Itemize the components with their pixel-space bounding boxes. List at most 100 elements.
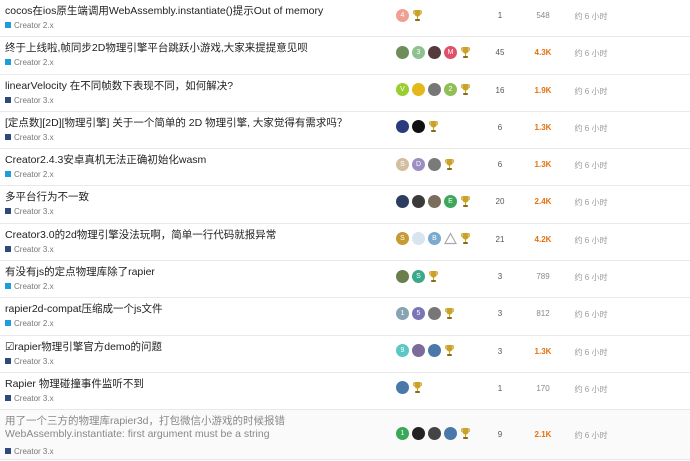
topic-category[interactable]: Creator 2.x	[5, 58, 54, 68]
user-avatar[interactable]	[396, 269, 409, 283]
topic-title[interactable]: cocos在ios原生端调用WebAssembly.instantiate()提…	[5, 5, 380, 18]
last-activity[interactable]: 约 6 小时	[566, 123, 616, 134]
user-avatar[interactable]	[428, 45, 441, 59]
user-avatar[interactable]: 9	[396, 344, 409, 358]
user-avatar[interactable]: S	[412, 269, 425, 283]
last-activity[interactable]: 约 6 小时	[566, 430, 616, 441]
user-avatar[interactable]: M	[444, 45, 457, 59]
user-avatar[interactable]	[428, 426, 441, 440]
user-avatar[interactable]: S	[396, 157, 409, 171]
topic-posters: 4	[396, 8, 422, 22]
topic-category[interactable]: Creator 3.x	[5, 357, 54, 367]
topic-title[interactable]: ☑rapier物理引擎官方demo的问题	[5, 341, 380, 354]
topic-row[interactable]: 有没有js的定点物理库除了rapier Creator 2.x S 3 789 …	[0, 261, 690, 299]
topic-row[interactable]: [定点数][2D][物理引擎] 关于一个简单的 2D 物理引擎, 大家觉得有需求…	[0, 112, 690, 150]
last-activity[interactable]: 约 6 小时	[566, 160, 616, 171]
user-avatar[interactable]: 4	[396, 8, 409, 22]
topic-category[interactable]: Creator 3.x	[5, 447, 54, 457]
user-avatar[interactable]	[444, 426, 457, 440]
view-count: 4.3K	[534, 48, 552, 58]
user-avatar[interactable]	[428, 83, 441, 97]
reply-count: 1	[497, 11, 503, 20]
user-avatar[interactable]: 1	[396, 306, 409, 320]
last-activity[interactable]: 约 6 小时	[566, 384, 616, 395]
topic-category[interactable]: Creator 3.x	[5, 245, 54, 255]
user-avatar[interactable]	[396, 120, 409, 134]
last-activity[interactable]: 约 6 小时	[566, 197, 616, 208]
topic-row[interactable]: linearVelocity 在不同帧数下表现不同，如何解决? Creator …	[0, 75, 690, 112]
topic-row[interactable]: 多平台行为不一致 Creator 3.x E 20 2.4K 约 6 小时	[0, 186, 690, 224]
trophy-icon	[461, 427, 470, 439]
topic-category[interactable]: Creator 3.x	[5, 394, 54, 404]
topic-title[interactable]: [定点数][2D][物理引擎] 关于一个简单的 2D 物理引擎, 大家觉得有需求…	[5, 117, 380, 130]
last-activity[interactable]: 约 6 小时	[566, 272, 616, 283]
user-avatar[interactable]	[428, 344, 441, 358]
user-avatar[interactable]	[412, 194, 425, 208]
topic-row[interactable]: Creator2.4.3安卓真机无法正确初始化wasm Creator 2.x …	[0, 149, 690, 187]
user-avatar[interactable]	[444, 232, 457, 245]
last-activity[interactable]: 约 6 小时	[566, 347, 616, 358]
user-avatar[interactable]	[412, 232, 425, 246]
topic-category[interactable]: Creator 3.x	[5, 207, 54, 217]
user-avatar[interactable]	[428, 194, 441, 208]
user-avatar[interactable]	[396, 45, 409, 59]
user-avatar[interactable]	[396, 194, 409, 208]
topic-category[interactable]: Creator 2.x	[5, 21, 54, 31]
user-avatar[interactable]: S	[396, 232, 409, 246]
topic-title[interactable]: 多平台行为不一致	[5, 191, 380, 204]
topic-row[interactable]: 终于上线啦,帧同步2D物理引擎平台跳跃小游戏,大家来提提意见呗 Creator …	[0, 37, 690, 75]
category-color-square	[5, 320, 11, 327]
topic-row[interactable]: Creator3.0的2d物理引擎没法玩啊，简单一行代码就报异常 Creator…	[0, 224, 690, 262]
user-avatar[interactable]	[412, 83, 425, 97]
topic-row[interactable]: cocos在ios原生端调用WebAssembly.instantiate()提…	[0, 0, 690, 38]
topic-row[interactable]: rapier2d-compat压缩成一个js文件 Creator 2.x 15 …	[0, 298, 690, 336]
user-avatar[interactable]: V	[396, 83, 409, 97]
user-avatar[interactable]: D	[412, 157, 425, 171]
topic-category[interactable]: Creator 3.x	[5, 133, 54, 143]
topic-title[interactable]: rapier2d-compat压缩成一个js文件	[5, 303, 380, 316]
last-activity[interactable]: 约 6 小时	[566, 309, 616, 320]
view-count: 2.4K	[534, 197, 552, 207]
user-avatar[interactable]: 5	[412, 306, 425, 320]
category-label: Creator 3.x	[14, 244, 54, 254]
user-avatar[interactable]: E	[444, 194, 457, 208]
last-activity[interactable]: 约 6 小时	[566, 11, 616, 22]
reply-count: 16	[495, 85, 505, 95]
user-avatar[interactable]	[412, 426, 425, 440]
topic-title[interactable]: 用了一个三方的物理库rapier3d，打包微信小游戏的时候报错 WebAssem…	[5, 415, 380, 441]
topic-title[interactable]: Rapier 物理碰撞事件监听不到	[5, 378, 380, 391]
topic-title[interactable]: Creator2.4.3安卓真机无法正确初始化wasm	[5, 154, 380, 167]
topic-posters: 1	[396, 426, 470, 440]
topic-category[interactable]: Creator 2.x	[5, 319, 54, 329]
user-avatar[interactable]	[412, 344, 425, 358]
topic-row[interactable]: ☑rapier物理引擎官方demo的问题 Creator 3.x 9 3 1.3…	[0, 336, 690, 373]
user-avatar[interactable]: 1	[396, 426, 409, 440]
reply-count: 3	[497, 346, 503, 356]
topic-category[interactable]: Creator 2.x	[5, 170, 54, 180]
category-label: Creator 2.x	[14, 282, 54, 292]
trophy-icon	[445, 345, 454, 357]
user-avatar[interactable]	[412, 120, 425, 134]
topic-title[interactable]: 有没有js的定点物理库除了rapier	[5, 266, 380, 279]
user-avatar[interactable]	[396, 381, 409, 395]
category-label: Creator 2.x	[14, 21, 54, 30]
user-avatar[interactable]	[428, 157, 441, 171]
view-count: 1.9K	[534, 85, 552, 95]
user-avatar[interactable]	[428, 306, 441, 320]
topic-row[interactable]: Rapier 物理碰撞事件监听不到 Creator 3.x 1 170 约 6 …	[0, 373, 690, 411]
last-activity[interactable]: 约 6 小时	[566, 235, 616, 246]
category-color-square	[5, 245, 11, 252]
user-avatar[interactable]: B	[428, 232, 441, 246]
topic-title[interactable]: linearVelocity 在不同帧数下表现不同，如何解决?	[5, 80, 380, 93]
last-activity[interactable]: 约 6 小时	[566, 48, 616, 59]
topic-row[interactable]: 用了一个三方的物理库rapier3d，打包微信小游戏的时候报错 WebAssem…	[0, 410, 690, 461]
topic-posters	[396, 381, 422, 395]
topic-title[interactable]: 终于上线啦,帧同步2D物理引擎平台跳跃小游戏,大家来提提意见呗	[5, 42, 380, 55]
last-activity[interactable]: 约 6 小时	[566, 86, 616, 97]
topic-category[interactable]: Creator 2.x	[5, 282, 54, 292]
topic-posters	[396, 120, 438, 134]
user-avatar[interactable]: 3	[412, 45, 425, 59]
topic-category[interactable]: Creator 3.x	[5, 96, 54, 106]
user-avatar[interactable]: 2	[444, 83, 457, 97]
topic-title[interactable]: Creator3.0的2d物理引擎没法玩啊，简单一行代码就报异常	[5, 229, 380, 242]
